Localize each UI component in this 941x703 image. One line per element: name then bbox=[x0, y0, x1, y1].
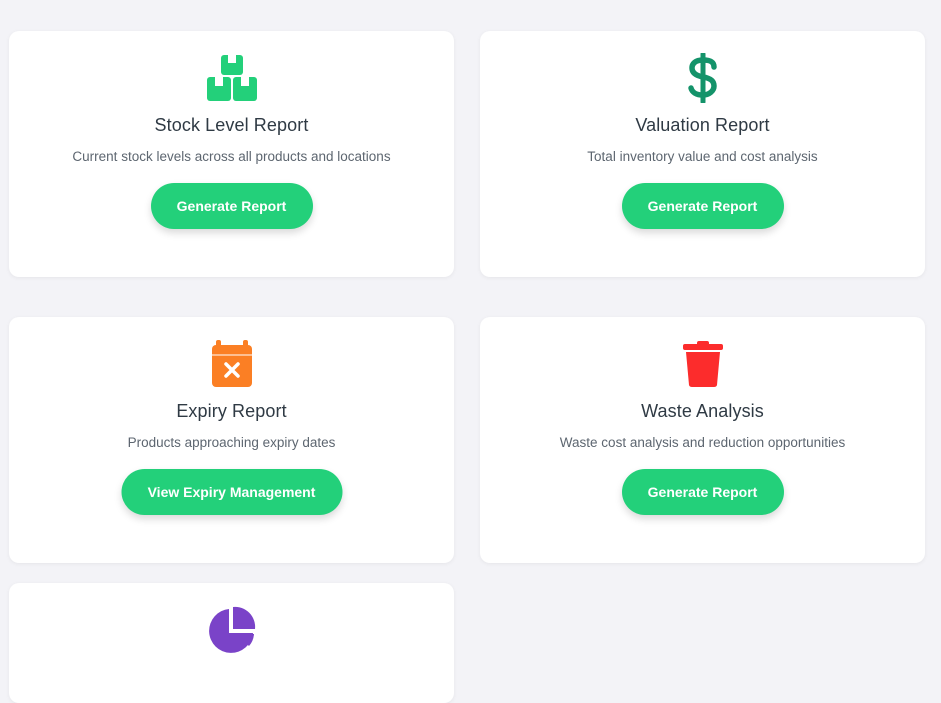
report-card-analytics bbox=[9, 583, 454, 703]
view-expiry-management-button[interactable]: View Expiry Management bbox=[121, 469, 342, 515]
generate-report-button[interactable]: Generate Report bbox=[621, 183, 784, 229]
report-card-waste: Waste Analysis Waste cost analysis and r… bbox=[480, 317, 925, 563]
calendar-x-icon bbox=[205, 339, 259, 389]
card-description: Current stock levels across all products… bbox=[72, 149, 391, 164]
report-card-valuation: Valuation Report Total inventory value a… bbox=[480, 31, 925, 277]
card-title: Waste Analysis bbox=[641, 401, 764, 421]
boxes-icon bbox=[205, 53, 259, 103]
card-title: Valuation Report bbox=[635, 115, 770, 135]
card-title: Expiry Report bbox=[176, 401, 287, 421]
card-description: Total inventory value and cost analysis bbox=[587, 149, 818, 164]
card-description: Waste cost analysis and reduction opport… bbox=[559, 435, 846, 450]
generate-report-button[interactable]: Generate Report bbox=[150, 183, 313, 229]
report-card-stock-level: Stock Level Report Current stock levels … bbox=[9, 31, 454, 277]
card-description: Products approaching expiry dates bbox=[127, 435, 336, 450]
generate-report-button[interactable]: Generate Report bbox=[621, 469, 784, 515]
report-card-expiry: Expiry Report Products approaching expir… bbox=[9, 317, 454, 563]
dollar-icon bbox=[676, 53, 730, 103]
card-title: Stock Level Report bbox=[154, 115, 309, 135]
pie-chart-icon bbox=[205, 605, 259, 655]
trash-icon bbox=[676, 339, 730, 389]
